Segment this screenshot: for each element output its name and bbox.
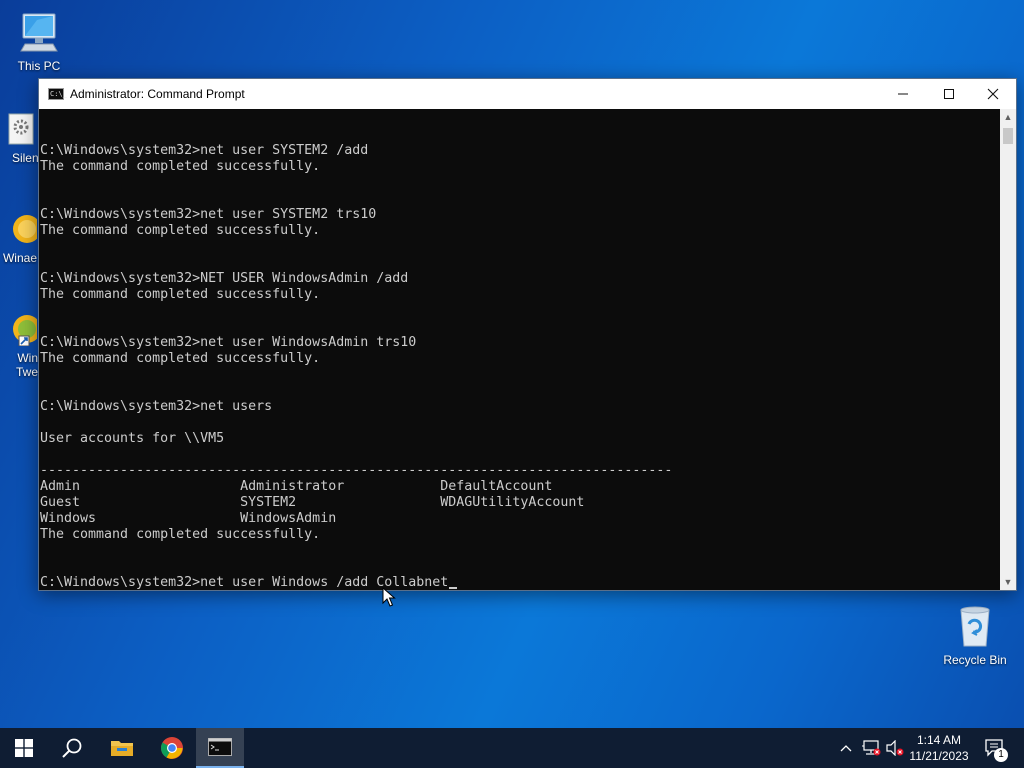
folder-icon: [111, 741, 133, 756]
close-icon: [987, 88, 999, 100]
chevron-up-icon: [840, 745, 852, 752]
console-line: C:\Windows\system32>NET USER WindowsAdmi…: [40, 271, 409, 286]
console-line: Admin Administrator DefaultAccount: [40, 479, 553, 494]
console-line: The command completed successfully.: [40, 159, 321, 174]
maximize-button[interactable]: [926, 79, 972, 109]
taskbar-chrome[interactable]: [148, 728, 196, 768]
close-button[interactable]: [970, 79, 1016, 109]
window-titlebar[interactable]: C:\_ Administrator: Command Prompt: [39, 79, 1016, 109]
show-hidden-icons-button[interactable]: [836, 728, 856, 768]
desktop-icon-winaero[interactable]: Winae: [0, 212, 42, 265]
console-text: C:\Windows\system32>net user SYSTEM2 /ad…: [40, 111, 672, 590]
scroll-up-arrow-icon[interactable]: ▲: [1000, 109, 1016, 125]
console-line: ----------------------------------------…: [40, 463, 673, 478]
scroll-down-arrow-icon[interactable]: ▼: [1000, 574, 1016, 590]
console-line: C:\Windows\system32>net user SYSTEM2 trs…: [40, 207, 377, 222]
desktop-icon-label: Recycle Bin: [943, 653, 1007, 667]
desktop-icon-label: Silent: [11, 151, 42, 165]
winaero-icon: [0, 212, 42, 249]
start-button[interactable]: [0, 728, 48, 768]
command-prompt-icon: [208, 738, 232, 756]
command-prompt-icon: C:\_: [48, 88, 67, 100]
taskbar-file-explorer[interactable]: [98, 728, 146, 768]
clock-time: 1:14 AM: [916, 733, 962, 747]
desktop: This PC Silent Winae Win Twe Recycle Bin…: [0, 0, 1024, 728]
network-button[interactable]: [860, 728, 882, 768]
desktop-icon-label: Winae: [2, 251, 37, 265]
desktop-icon-recycle-bin[interactable]: Recycle Bin: [938, 602, 1012, 667]
console-line: The command completed successfully.: [40, 287, 321, 302]
notification-count-badge: 1: [994, 748, 1008, 762]
console-line: Guest SYSTEM2 WDAGUtilityAccount: [40, 495, 585, 510]
vertical-scrollbar[interactable]: ▲ ▼: [1000, 109, 1016, 590]
computer-icon: [2, 10, 76, 57]
network-disconnected-icon: [862, 740, 881, 756]
winaero-tweaker-icon: [0, 312, 42, 349]
console-line: C:\Windows\system32>net user SYSTEM2 /ad…: [40, 143, 369, 158]
desktop-icon-label: Win Twe: [15, 351, 38, 379]
console-line: C:\Windows\system32>net user WindowsAdmi…: [40, 335, 417, 350]
command-prompt-window[interactable]: C:\_ Administrator: Command Prompt C:\Wi…: [38, 78, 1017, 591]
taskbar: 1:14 AM 11/21/2023 1: [0, 728, 1024, 768]
console-output[interactable]: C:\Windows\system32>net user SYSTEM2 /ad…: [39, 109, 1000, 590]
minimize-button[interactable]: [880, 79, 926, 109]
mouse-pointer-icon: [382, 587, 396, 607]
console-line: Windows WindowsAdmin: [40, 511, 337, 526]
desktop-icon-this-pc[interactable]: This PC: [2, 10, 76, 73]
text-cursor: [449, 587, 458, 589]
console-line: C:\Windows\system32>net users: [40, 399, 273, 414]
desktop-icon-winaero-tweaker[interactable]: Win Twe: [0, 312, 42, 379]
console-line: User accounts for \\VM5: [40, 431, 225, 446]
console-line: The command completed successfully.: [40, 351, 321, 366]
taskbar-command-prompt[interactable]: [196, 728, 244, 768]
console-line: The command completed successfully.: [40, 527, 321, 542]
scrollbar-thumb[interactable]: [1003, 128, 1013, 144]
recycle-bin-icon: [938, 602, 1012, 651]
search-icon: [62, 738, 82, 758]
clock-date: 11/21/2023: [909, 749, 969, 763]
system-clock[interactable]: 1:14 AM 11/21/2023: [900, 732, 978, 764]
console-line: The command completed successfully.: [40, 223, 321, 238]
desktop-icon-label: This PC: [17, 59, 61, 73]
minimize-icon: [898, 93, 908, 95]
windows-logo-icon: [15, 739, 33, 757]
window-title: Administrator: Command Prompt: [70, 87, 245, 101]
desktop-icon-silent[interactable]: Silent: [0, 112, 42, 165]
maximize-icon: [944, 89, 954, 99]
chrome-icon: [161, 737, 183, 759]
console-line: C:\Windows\system32>net user Windows /ad…: [40, 575, 672, 590]
action-center-button[interactable]: 1: [980, 728, 1010, 768]
settings-file-icon: [0, 112, 42, 149]
search-button[interactable]: [48, 728, 96, 768]
